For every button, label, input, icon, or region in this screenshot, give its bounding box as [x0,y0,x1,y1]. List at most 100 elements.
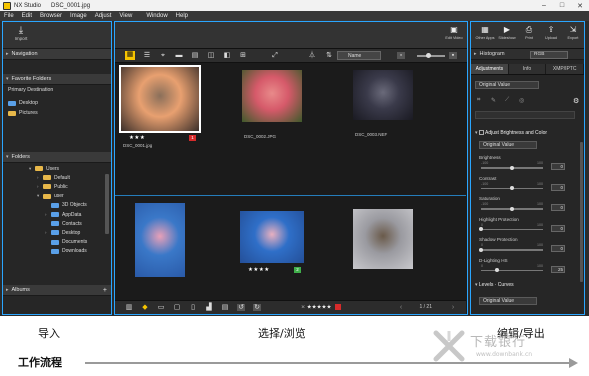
color-label-tag[interactable]: 2 [294,267,301,273]
compare-2-icon[interactable]: ◧ [223,52,231,59]
param-value-field[interactable]: 0 [551,204,565,211]
zoom-in-icon[interactable]: ▪ [449,52,457,59]
label-filter-icon[interactable]: ◆ [141,304,149,311]
rotate-right-icon[interactable]: ↻ [253,304,261,311]
histogram-header[interactable]: ▸ Histogram RGB [471,49,584,60]
full-screen-icon[interactable]: ⤢ [271,52,279,59]
folder-tree-item[interactable]: ▾ user [3,192,111,201]
folder-tree-item[interactable]: Documents [3,238,111,247]
menu-help[interactable]: Help [172,13,192,19]
info-icon[interactable]: ▤ [221,304,229,311]
param-value-field[interactable]: 25 [551,265,565,273]
thumbnail-size-slider[interactable] [417,53,445,58]
levels-icon[interactable]: ▟ [205,304,213,311]
favorite-item-primary[interactable]: Primary Destination [3,85,111,95]
map-view-icon[interactable]: ⌖ [159,52,167,59]
slider-knob[interactable] [426,53,431,58]
adjust-scrollbar[interactable] [580,142,583,282]
tab-info[interactable]: Info [508,64,547,74]
thumbnail-grid-view-icon[interactable]: ▦ [125,51,135,60]
crop-tool-icon[interactable]: ⌗ [477,97,480,104]
straighten-tool-icon[interactable]: ⟋ [505,97,509,104]
color-label-tag[interactable]: 1 [189,135,196,141]
menu-edit[interactable]: Edit [18,13,36,19]
list-view-icon[interactable]: ☰ [143,52,151,59]
settings-gear-icon[interactable]: ⚙ [573,97,579,105]
section-checkbox-icon[interactable] [478,130,484,136]
navigation-header[interactable]: ▸ Navigation [3,49,111,60]
param-value-field[interactable]: 0 [551,163,565,170]
upload-button[interactable]: ⇪ Upload [541,25,561,40]
slideshow-button[interactable]: ▶ Slideshow [497,25,517,40]
folder-tree-item[interactable]: Downloads [3,247,111,256]
folder-tree-item[interactable]: 3D Objects [3,201,111,210]
folder-scrollbar[interactable] [105,174,109,234]
photo-thumbnail[interactable] [353,70,413,120]
rating-stars[interactable]: ★★★★ [248,267,270,273]
other-apps-button[interactable]: ▦ Other Apps [475,25,495,40]
photo-thumbnail[interactable] [240,211,304,263]
shortcut-pictures[interactable]: Pictures [3,108,111,118]
sort-icon[interactable]: ⇅ [325,52,333,59]
menu-image[interactable]: Image [66,13,91,19]
param-slider[interactable] [481,165,543,170]
folder-tree-icon[interactable]: ▥ [125,304,133,311]
albums-header[interactable]: ▸ Albums + [3,285,111,296]
menu-view[interactable]: View [115,13,136,19]
thumbnail-icon[interactable]: ▢ [173,304,181,311]
folders-header[interactable]: ▾ Folders [3,152,111,163]
menu-adjust[interactable]: Adjust [91,13,116,19]
slider-knob[interactable] [510,186,514,191]
photo-thumbnail[interactable] [353,209,413,269]
edit-video-button[interactable]: ▣ Edit Video [444,25,464,40]
menu-file[interactable]: File [0,13,18,19]
photo-thumbnail[interactable] [135,203,185,277]
photo-thumbnail[interactable] [121,67,199,131]
thumbnail-cell[interactable]: DSC_0002.JPG [232,64,342,194]
favorite-folders-header[interactable]: ▾ Favorite Folders [3,74,111,85]
slider-knob[interactable] [479,227,483,232]
folder-tree-item[interactable]: › AppData [3,210,111,219]
param-value-field[interactable]: 0 [551,224,565,232]
rating-filter[interactable]: ✕ ★★★★★ [301,304,341,310]
param-slider[interactable] [479,227,543,232]
rating-stars[interactable]: ★★★ [129,135,145,141]
folder-tree-item[interactable]: Contacts [3,219,111,228]
slider-knob[interactable] [510,165,514,170]
folder-tree-item[interactable]: › Default [3,173,111,182]
maximize-button[interactable]: □ [553,0,571,11]
compare-icon[interactable]: ◫ [207,52,215,59]
slider-knob[interactable] [494,268,499,273]
metadata-icon[interactable]: ▭ [157,304,165,311]
next-arrow-icon[interactable]: › [449,304,457,311]
param-value-field[interactable]: 0 [551,183,565,191]
param-slider[interactable] [481,206,543,211]
tab-xmpiptc[interactable]: XMP/IPTC [546,64,585,74]
tab-adjustments[interactable]: Adjustments [471,64,509,74]
adjust-brightness-header[interactable]: ▾ Adjust Brightness and Color [475,130,547,136]
four-up-icon[interactable]: ⊞ [239,52,247,59]
slider-knob[interactable] [479,247,483,252]
add-album-icon[interactable]: + [103,287,107,294]
photo-thumbnail[interactable] [242,70,302,122]
retouch-tool-icon[interactable]: ✎ [491,97,496,104]
slider-knob[interactable] [510,206,514,211]
menu-browser[interactable]: Browser [36,13,66,19]
param-slider[interactable] [479,247,543,252]
folder-tree-item[interactable]: ▾ Users [3,164,111,173]
close-button[interactable]: ✕ [571,0,589,11]
single-view-icon[interactable]: ▯ [189,304,197,311]
sort-dropdown[interactable]: Name [337,51,381,60]
section-preset-dropdown[interactable]: Original Value [479,141,537,149]
thumbnail-cell[interactable]: DSC_0003.NEF [343,64,453,194]
folder-tree-item[interactable]: › Public [3,182,111,191]
export-button[interactable]: ⇲ Export [563,25,583,40]
preset-dropdown[interactable]: Original Value [475,81,539,89]
thumbnail-cell[interactable]: ★★★ 1 DSC_0001.jpg [119,64,231,194]
param-slider[interactable] [481,268,543,273]
rotate-left-icon[interactable]: ↺ [237,304,245,311]
histogram-channel-select[interactable]: RGB [530,50,568,59]
folder-tree-item[interactable]: › Desktop [3,228,111,237]
param-value-field[interactable]: 0 [551,245,565,252]
levels-preset-dropdown[interactable]: Original Value [479,297,537,305]
